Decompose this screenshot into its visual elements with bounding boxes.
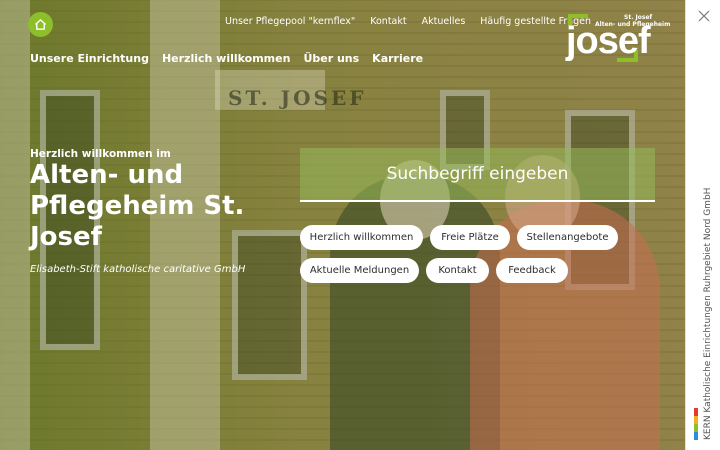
mainnav-unsere-einrichtung[interactable]: Unsere Einrichtung xyxy=(30,52,149,65)
kern-color-stripes xyxy=(694,408,698,440)
hero-title: Alten- und Pflegeheim St. Josef xyxy=(30,160,245,252)
quicklink-kontakt[interactable]: Kontakt xyxy=(426,258,489,283)
quicklink-stellenangebote[interactable]: Stellenangebote xyxy=(517,225,618,250)
mainnav-herzlich-willkommen[interactable]: Herzlich willkommen xyxy=(162,52,290,65)
search-placeholder: Suchbegriff eingeben xyxy=(386,164,569,184)
site-logo[interactable]: St. Josef Alten- und Pflegeheim josef xyxy=(562,10,670,65)
logo-wordmark: josef xyxy=(566,20,651,62)
stripe-green xyxy=(694,424,698,432)
home-icon xyxy=(34,19,47,30)
building-pillar xyxy=(0,0,30,450)
quicklink-aktuelle-meldungen[interactable]: Aktuelle Meldungen xyxy=(300,258,419,283)
quicklink-freie-plaetze[interactable]: Freie Plätze xyxy=(430,225,510,250)
topnav-aktuelles[interactable]: Aktuelles xyxy=(422,16,466,27)
search-input[interactable]: Suchbegriff eingeben xyxy=(300,148,655,202)
kern-sidebar: KERN Katholische Einrichtungen Ruhrgebie… xyxy=(685,0,720,450)
top-navigation: Unser Pflegepool "kernflex" Kontakt Aktu… xyxy=(225,16,591,27)
stripe-yellow xyxy=(694,416,698,424)
mainnav-ueber-uns[interactable]: Über uns xyxy=(303,52,359,65)
building-sign: ST. JOSEF xyxy=(228,86,367,110)
topnav-kontakt[interactable]: Kontakt xyxy=(370,16,406,27)
hero-subtitle: Elisabeth-Stift katholische caritative G… xyxy=(30,264,246,275)
main-navigation: Unsere Einrichtung Herzlich willkommen Ü… xyxy=(30,52,423,65)
quicklink-feedback[interactable]: Feedback xyxy=(496,258,568,283)
topnav-kernflex[interactable]: Unser Pflegepool "kernflex" xyxy=(225,16,355,27)
stripe-red xyxy=(694,408,698,416)
home-button[interactable] xyxy=(28,12,53,37)
mainnav-karriere[interactable]: Karriere xyxy=(372,52,423,65)
kern-organization-link[interactable]: KERN Katholische Einrichtungen Ruhrgebie… xyxy=(703,188,713,440)
stripe-blue xyxy=(694,432,698,440)
close-icon[interactable] xyxy=(697,9,711,23)
quicklink-herzlich-willkommen[interactable]: Herzlich willkommen xyxy=(300,225,423,250)
hero-welcome: Herzlich willkommen im xyxy=(30,148,171,160)
